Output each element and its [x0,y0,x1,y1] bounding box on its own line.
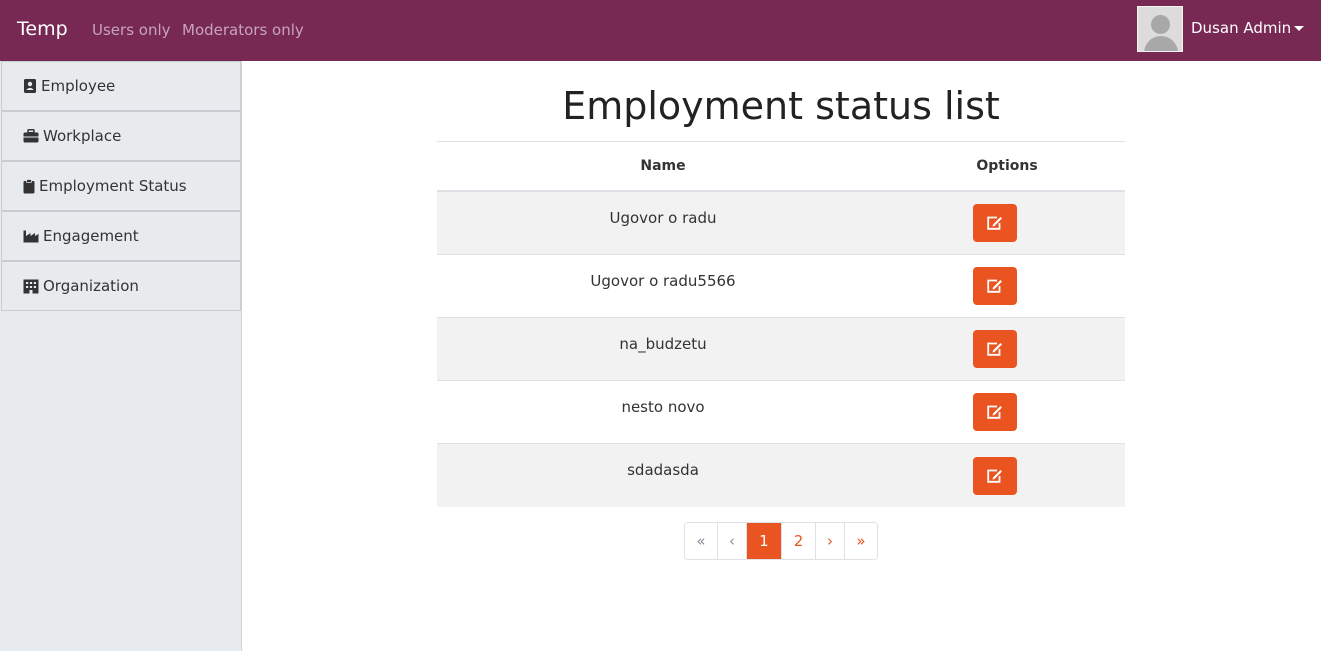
edit-button[interactable] [973,204,1017,242]
top-navbar: Temp Users only Moderators only Dusan Ad… [0,0,1321,61]
row-name: na_budzetu [619,335,707,353]
column-header-options: Options [976,158,1038,174]
row-options [889,318,1125,380]
edit-button[interactable] [973,456,1017,495]
table-row: sdadasda [437,444,1125,507]
sidebar-item-engagement[interactable]: Engagement [1,211,241,261]
pagination-first[interactable]: « [685,523,718,559]
avatar-head [1151,15,1170,34]
pagination: « ‹ 1 2 › » [684,522,878,560]
sidebar-item-organization[interactable]: Organization [1,261,241,311]
sidebar-item-label: Employee [41,77,116,95]
employment-status-table: Name Options Ugovor o radu Ugovor o radu… [437,141,1125,507]
column-header-name: Name [640,158,686,174]
table-row: na_budzetu [437,318,1125,381]
edit-button[interactable] [973,393,1017,431]
row-options [889,444,1125,507]
row-options [889,381,1125,443]
edit-icon [987,469,1002,483]
table-row: Ugovor o radu5566 [437,255,1125,318]
pagination-next[interactable]: › [816,523,845,559]
sidebar-item-label: Organization [43,277,139,295]
avatar-body [1144,36,1178,51]
sidebar-item-employment-status[interactable]: Employment Status [1,161,241,211]
table-row: Ugovor o radu [437,192,1125,255]
table-header: Name Options [437,142,1125,192]
caret-down-icon[interactable] [1294,26,1304,31]
building-icon [23,279,39,293]
clipboard-icon [23,178,35,193]
sidebar-item-workplace[interactable]: Workplace [1,111,241,161]
sidebar-item-employee[interactable]: Employee [1,61,241,111]
nav-moderators-only[interactable]: Moderators only [182,21,304,39]
page-title: Employment status list [562,84,1000,128]
avatar[interactable] [1137,6,1183,52]
edit-button[interactable] [973,330,1017,368]
row-name: sdadasda [627,461,699,479]
edit-icon [987,279,1002,293]
address-card-icon [24,79,36,93]
sidebar: Employee Workplace Employment Status Eng… [0,61,242,651]
row-name: Ugovor o radu [609,209,717,227]
row-name: Ugovor o radu5566 [590,272,736,290]
edit-button[interactable] [973,267,1017,305]
sidebar-item-label: Engagement [43,227,139,245]
sidebar-item-label: Employment Status [39,177,187,195]
pagination-last[interactable]: » [845,523,877,559]
table-row: nesto novo [437,381,1125,444]
row-options [889,192,1125,254]
pagination-prev[interactable]: ‹ [718,523,747,559]
edit-icon [987,405,1002,419]
industry-icon [23,230,39,242]
pagination-page-1[interactable]: 1 [747,523,782,559]
pagination-page-2[interactable]: 2 [782,523,816,559]
edit-icon [987,216,1002,230]
row-options [889,255,1125,317]
brand-link[interactable]: Temp [17,18,68,40]
user-menu-toggle[interactable]: Dusan Admin [1191,19,1291,37]
nav-users-only[interactable]: Users only [92,21,171,39]
edit-icon [987,342,1002,356]
row-name: nesto novo [621,398,705,416]
briefcase-icon [23,129,39,143]
sidebar-item-label: Workplace [43,127,122,145]
